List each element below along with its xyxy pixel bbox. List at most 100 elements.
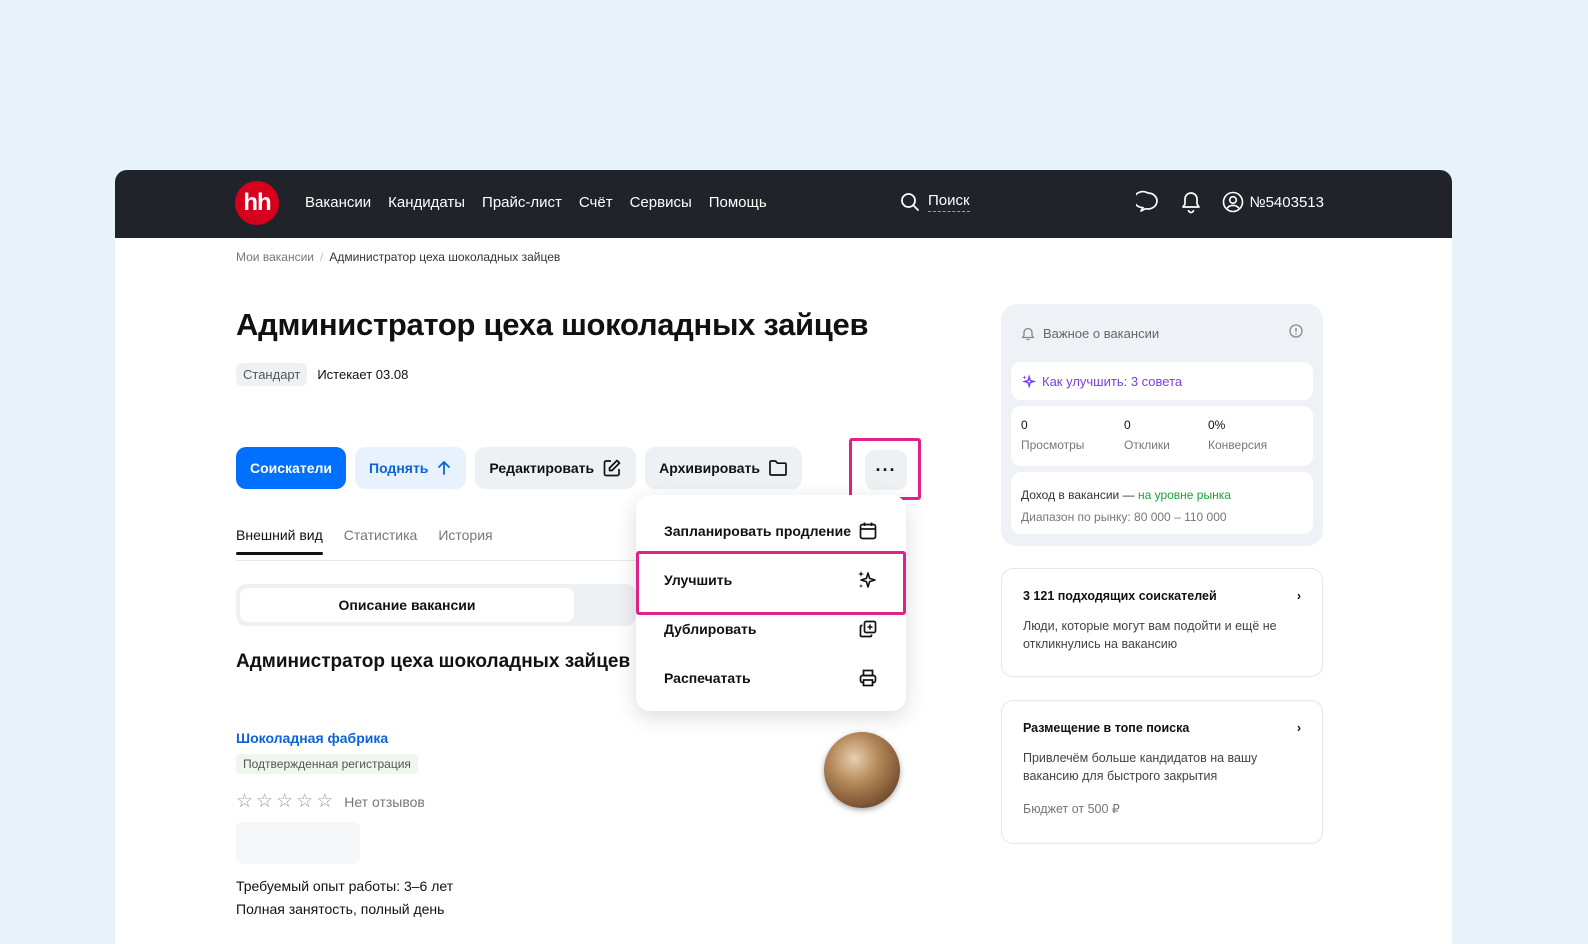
edit-button[interactable]: Редактировать — [475, 447, 637, 489]
arrow-up-icon — [438, 461, 451, 475]
important-panel: Важное о вакансии Как улучшить: 3 совета… — [1001, 304, 1323, 546]
card-description: Люди, которые могут вам подойти и ещё не… — [1023, 619, 1277, 651]
card-title: 3 121 подходящих соискателей — [1023, 589, 1217, 603]
views-stat: 0 Просмотры — [1021, 418, 1084, 452]
duplicate-icon — [859, 620, 877, 637]
budget-text: Бюджет от 500 ₽ — [1023, 802, 1120, 816]
user-id: №5403513 — [1249, 193, 1325, 211]
matching-candidates-card[interactable]: 3 121 подходящих соискателей › Люди, кото… — [1001, 568, 1323, 677]
stats-card: 0 Просмотры 0 Отклики 0% Конверсия — [1011, 406, 1313, 466]
bell-icon — [1021, 327, 1035, 340]
candidates-label: Соискатели — [250, 460, 332, 476]
sparkle-icon — [1022, 373, 1036, 389]
candidates-button[interactable]: Соискатели — [236, 447, 346, 489]
raise-button[interactable]: Поднять — [355, 447, 467, 489]
chat-icon[interactable] — [1135, 190, 1160, 214]
menu-item-label: Дублировать — [664, 620, 757, 637]
star-icon: ☆ — [256, 791, 274, 812]
search-button[interactable]: Поиск — [900, 192, 970, 212]
conversion-value: 0% — [1208, 418, 1226, 432]
top-right-tools: №5403513 — [1135, 190, 1325, 214]
top-placement-card[interactable]: Размещение в топе поиска › Привлечём боль… — [1001, 700, 1323, 844]
archive-button[interactable]: Архивировать — [645, 447, 802, 489]
rating: ☆ ☆ ☆ ☆ ☆ Нет отзывов — [236, 790, 425, 813]
company-logo — [824, 732, 900, 808]
card-header: 3 121 подходящих соискателей › — [1023, 589, 1301, 603]
nav-vacancies[interactable]: Вакансии — [305, 194, 371, 211]
breadcrumb-separator: / — [319, 250, 324, 264]
info-icon[interactable] — [1289, 324, 1303, 338]
card-header: Размещение в топе поиска › — [1023, 721, 1301, 735]
panel-header: Важное о вакансии — [1021, 326, 1159, 341]
views-value: 0 — [1021, 418, 1028, 432]
views-label: Просмотры — [1021, 438, 1085, 452]
income-status: на уровне рынка — [1137, 488, 1231, 502]
conversion-stat: 0% Конверсия — [1208, 418, 1267, 452]
chevron-right-icon: › — [1296, 589, 1301, 603]
action-bar: Соискатели Поднять Редактировать Архивир… — [236, 447, 802, 489]
responses-label: Отклики — [1124, 438, 1170, 452]
chevron-right-icon: › — [1296, 721, 1301, 735]
preview-title: Администратор цеха шоколадных зайцев — [236, 651, 631, 672]
employment-text: Полная занятость, полный день — [236, 901, 445, 917]
expiry-text: Истекает 03.08 — [317, 367, 409, 382]
range-text: Диапазон по рынку: 80 000 – 110 000 — [1021, 510, 1227, 524]
nav-help[interactable]: Помощь — [709, 194, 767, 211]
experience-text: Требуемый опыт работы: 3–6 лет — [236, 878, 454, 894]
star-icon: ☆ — [316, 791, 334, 812]
panel-heading: Важное о вакансии — [1043, 326, 1160, 341]
tab-statistics[interactable]: Статистика — [344, 527, 418, 543]
conversion-label: Конверсия — [1208, 438, 1268, 452]
archive-label: Архивировать — [659, 460, 760, 476]
nav-price-list[interactable]: Прайс-лист — [482, 194, 562, 211]
breadcrumb-parent[interactable]: Мои вакансии — [236, 250, 314, 264]
edit-icon — [603, 459, 621, 477]
calendar-icon — [859, 522, 877, 539]
tip-text: Как улучшить: 3 совета — [1042, 373, 1183, 389]
search-label: Поиск — [928, 192, 970, 212]
card-description: Привлечём больше кандидатов на вашу вака… — [1023, 751, 1258, 783]
no-reviews-text: Нет отзывов — [344, 793, 425, 810]
tabs-divider — [236, 560, 636, 561]
bell-icon[interactable] — [1180, 190, 1202, 214]
printer-icon — [859, 669, 877, 686]
star-icon: ☆ — [236, 791, 254, 812]
menu-item-print[interactable]: Распечатать — [636, 653, 906, 702]
income-text: Доход в вакансии — — [1021, 488, 1138, 502]
segmented-control: Описание вакансии — [236, 584, 636, 626]
tab-history[interactable]: История — [438, 527, 492, 543]
page-title: Администратор цеха шоколадных зайцев — [236, 307, 869, 342]
hh-logo[interactable]: hh — [235, 181, 279, 225]
app-window: hh Вакансии Кандидаты Прайс-лист Счёт Се… — [115, 170, 1452, 944]
tariff-badge: Стандарт — [236, 363, 308, 386]
menu-item-label: Распечатать — [664, 669, 751, 686]
more-button-highlight: ··· — [849, 438, 921, 500]
vacancy-meta: Стандарт Истекает 03.08 — [236, 363, 408, 386]
improve-tips-link[interactable]: Как улучшить: 3 совета — [1011, 362, 1313, 400]
placeholder-block — [236, 822, 360, 864]
view-tabs: Внешний вид Статистика История — [236, 527, 493, 555]
user-account[interactable]: №5403513 — [1222, 191, 1325, 213]
nav-account[interactable]: Счёт — [579, 194, 613, 211]
income-card: Доход в вакансии — на уровне рынка Диапа… — [1011, 472, 1313, 534]
star-icon: ☆ — [276, 791, 294, 812]
segment-description[interactable]: Описание вакансии — [240, 588, 574, 622]
more-options-button[interactable]: ··· — [865, 450, 907, 490]
menu-item-schedule-extension[interactable]: Запланировать продление — [636, 506, 906, 555]
responses-value: 0 — [1124, 418, 1131, 432]
nav-candidates[interactable]: Кандидаты — [388, 194, 465, 211]
improve-highlight — [636, 551, 906, 615]
company-link[interactable]: Шоколадная фабрика — [236, 730, 388, 746]
raise-label: Поднять — [369, 460, 429, 476]
card-title: Размещение в топе поиска — [1023, 721, 1190, 735]
main-nav: Вакансии Кандидаты Прайс-лист Счёт Серви… — [305, 194, 767, 211]
responses-stat: 0 Отклики — [1124, 418, 1170, 452]
tab-appearance[interactable]: Внешний вид — [236, 527, 323, 555]
menu-item-label: Запланировать продление — [664, 522, 852, 539]
edit-label: Редактировать — [489, 460, 595, 476]
nav-services[interactable]: Сервисы — [630, 194, 692, 211]
top-navigation-bar: hh Вакансии Кандидаты Прайс-лист Счёт Се… — [115, 170, 1452, 238]
star-icon: ☆ — [296, 791, 314, 812]
search-icon — [901, 193, 919, 211]
verified-badge: Подтвержденная регистрация — [236, 754, 418, 774]
